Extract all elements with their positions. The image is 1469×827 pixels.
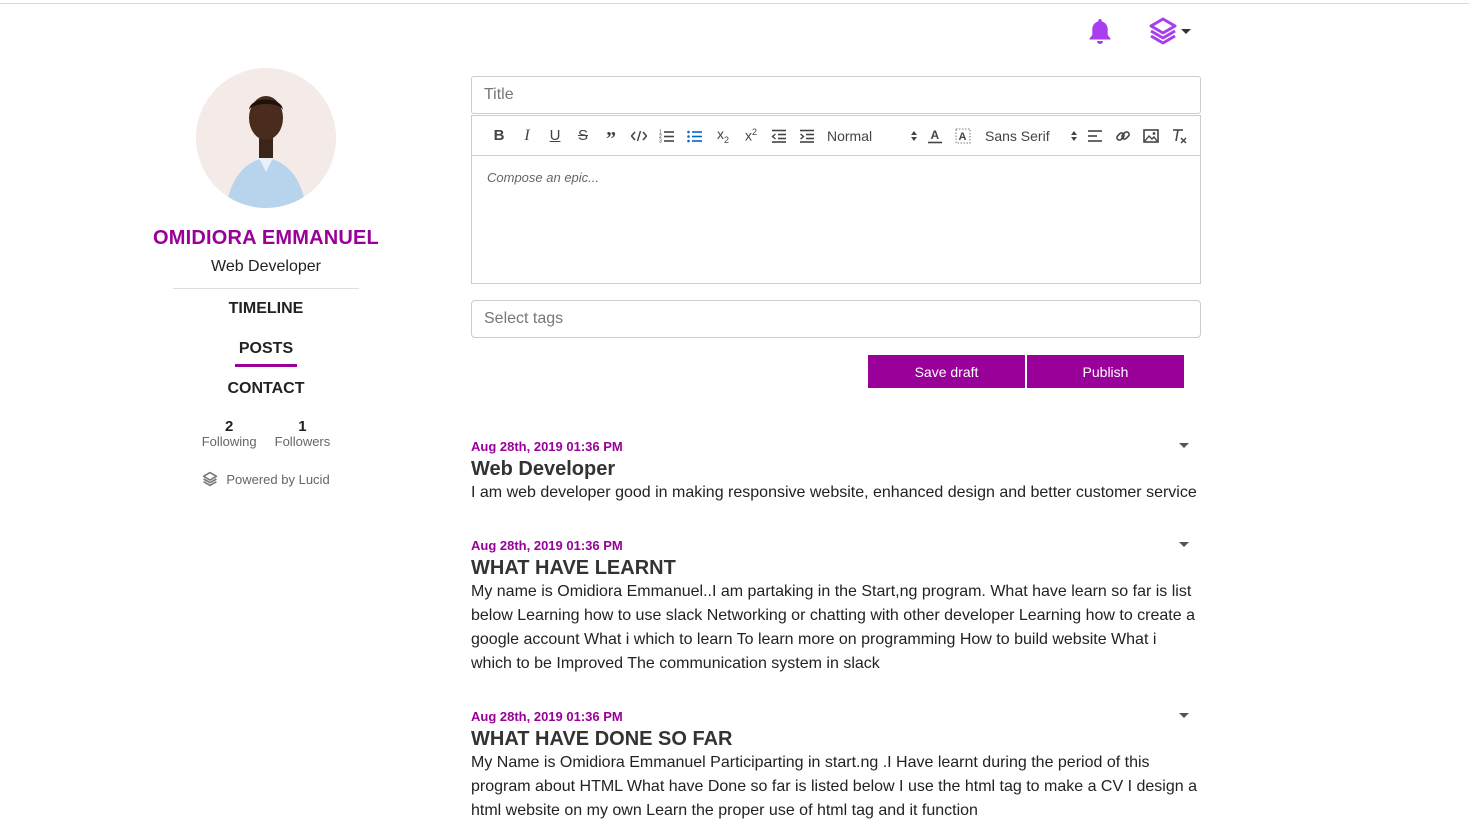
- nav-contact[interactable]: CONTACT: [150, 379, 382, 419]
- font-select[interactable]: Sans Serif: [981, 124, 1081, 148]
- follow-stats: 2 Following 1 Followers: [150, 419, 382, 449]
- code-icon[interactable]: [625, 124, 653, 148]
- indent-icon[interactable]: [793, 124, 821, 148]
- following-label: Following: [201, 434, 257, 449]
- chevron-down-icon[interactable]: [1179, 443, 1189, 448]
- post-date: Aug 28th, 2019 01:36 PM: [471, 439, 623, 454]
- format-select[interactable]: Normal: [823, 124, 921, 148]
- subscript-icon[interactable]: x2: [709, 124, 737, 148]
- bell-icon[interactable]: [1087, 17, 1113, 45]
- nav-timeline[interactable]: TIMELINE: [150, 299, 382, 339]
- superscript-icon[interactable]: x2: [737, 124, 765, 148]
- select-arrows-icon: [911, 130, 917, 141]
- svg-text:A: A: [959, 131, 967, 143]
- bullet-list-icon[interactable]: [681, 124, 709, 148]
- background-color-icon[interactable]: A: [949, 124, 977, 148]
- underline-icon[interactable]: U: [541, 124, 569, 148]
- title-input[interactable]: [471, 76, 1201, 114]
- editor-toolbar: B I U S ” 123 x2 x2 Normal A A Sans Seri…: [472, 116, 1200, 156]
- post-body: My Name is Omidiora Emmanuel Participart…: [471, 754, 1197, 819]
- clear-format-icon[interactable]: [1165, 124, 1193, 148]
- image-icon[interactable]: [1137, 124, 1165, 148]
- profile-nav: TIMELINE POSTS CONTACT: [150, 299, 382, 419]
- font-color-icon[interactable]: A: [921, 124, 949, 148]
- profile-card: OMIDIORA EMMANUEL Web Developer TIMELINE…: [150, 66, 382, 487]
- post-title[interactable]: WHAT HAVE DONE SO FAR: [471, 727, 1201, 751]
- powered-by[interactable]: Powered by Lucid: [150, 471, 382, 487]
- post-body: My name is Omidiora Emmanuel..I am parta…: [471, 583, 1195, 672]
- following-count: 2: [225, 418, 234, 435]
- bold-icon[interactable]: B: [485, 124, 513, 148]
- post-item: Aug 28th, 2019 01:36 PM WHAT HAVE LEARNT…: [471, 538, 1201, 676]
- post-item: Aug 28th, 2019 01:36 PM Web Developer I …: [471, 439, 1201, 505]
- followers-label: Followers: [274, 434, 331, 449]
- post-title[interactable]: WHAT HAVE LEARNT: [471, 556, 1201, 580]
- tags-input[interactable]: [471, 300, 1201, 338]
- ordered-list-icon[interactable]: 123: [653, 124, 681, 148]
- svg-text:3: 3: [659, 138, 662, 143]
- followers-stat[interactable]: 1 Followers: [275, 419, 331, 449]
- profile-divider: [173, 288, 359, 289]
- post-date: Aug 28th, 2019 01:36 PM: [471, 538, 623, 553]
- publish-button[interactable]: Publish: [1027, 355, 1184, 388]
- svg-text:A: A: [931, 128, 940, 142]
- avatar: [196, 68, 336, 208]
- link-icon[interactable]: [1109, 124, 1137, 148]
- lucid-logo-icon: [1149, 17, 1177, 45]
- select-arrows-icon: [1071, 130, 1077, 141]
- top-divider: [0, 3, 1469, 4]
- outdent-icon[interactable]: [765, 124, 793, 148]
- lucid-small-icon: [203, 471, 218, 487]
- italic-icon[interactable]: I: [513, 124, 541, 148]
- following-stat[interactable]: 2 Following: [202, 419, 257, 449]
- chevron-down-icon: [1181, 28, 1191, 34]
- post-item: Aug 28th, 2019 01:36 PM WHAT HAVE DONE S…: [471, 709, 1201, 823]
- compose-area[interactable]: Compose an epic...: [472, 156, 1200, 283]
- align-icon[interactable]: [1081, 124, 1109, 148]
- profile-role: Web Developer: [211, 258, 321, 275]
- blockquote-icon[interactable]: ”: [597, 124, 625, 149]
- profile-name: OMIDIORA EMMANUEL: [153, 227, 379, 249]
- nav-posts[interactable]: POSTS: [150, 339, 382, 379]
- post-title[interactable]: Web Developer: [471, 457, 1201, 481]
- post-date: Aug 28th, 2019 01:36 PM: [471, 709, 623, 724]
- followers-count: 1: [298, 418, 307, 435]
- chevron-down-icon[interactable]: [1179, 542, 1189, 547]
- post-body: I am web developer good in making respon…: [471, 484, 1197, 501]
- strikethrough-icon[interactable]: S: [569, 124, 597, 148]
- save-draft-button[interactable]: Save draft: [868, 355, 1025, 388]
- chevron-down-icon[interactable]: [1179, 713, 1189, 718]
- account-menu[interactable]: [1148, 16, 1196, 46]
- rich-text-editor: B I U S ” 123 x2 x2 Normal A A Sans Seri…: [471, 115, 1201, 284]
